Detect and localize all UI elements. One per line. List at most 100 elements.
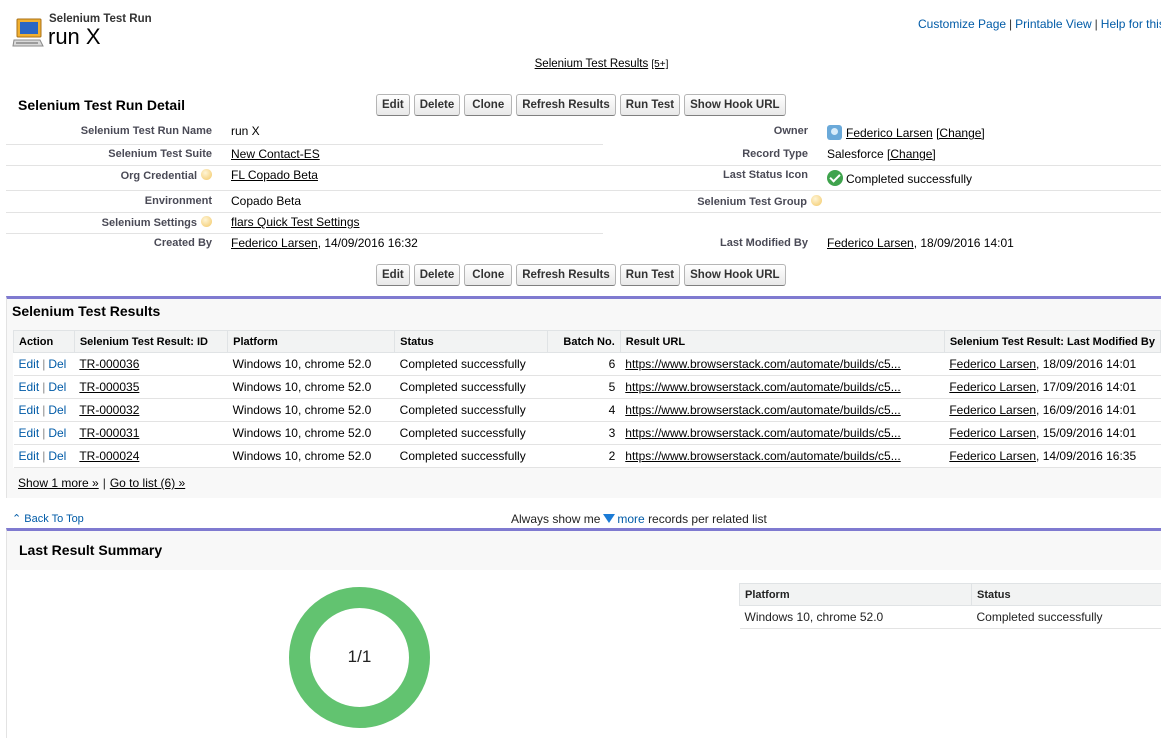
summary-table: Platform Status Windows 10, chrome 52.0 … (739, 583, 1161, 629)
show-more-link[interactable]: Show 1 more » (18, 476, 99, 490)
header-links: Customize Page|Printable View|Help for t… (918, 17, 1161, 31)
detail-section-title: Selenium Test Run Detail (18, 97, 185, 113)
column-header-status: Status (395, 331, 548, 353)
created-by-user-link[interactable]: Federico Larsen (231, 236, 318, 250)
result-id-link[interactable]: TR-000024 (79, 449, 139, 463)
delete-button[interactable]: Delete (414, 94, 461, 116)
last-modified-user-link[interactable]: Federico Larsen (827, 236, 914, 250)
platform-cell: Windows 10, chrome 52.0 (228, 376, 395, 399)
result-url-link[interactable]: https://www.browserstack.com/automate/bu… (625, 380, 900, 394)
field-label-last-modified-by: Last Modified By (600, 237, 808, 249)
edit-row-link[interactable]: Edit (19, 380, 40, 394)
result-id-link[interactable]: TR-000036 (79, 357, 139, 371)
help-bubble-icon[interactable] (201, 216, 212, 227)
customize-page-link[interactable]: Customize Page (918, 17, 1006, 31)
edit-button[interactable]: Edit (376, 264, 410, 286)
modified-by-link[interactable]: Federico Larsen (949, 426, 1036, 440)
table-row: Edit|DelTR-000031Windows 10, chrome 52.0… (14, 422, 1161, 445)
modified-cell: Federico Larsen, 15/09/2016 14:01 (944, 422, 1160, 445)
platform-cell: Windows 10, chrome 52.0 (228, 445, 395, 468)
refresh-results-button[interactable]: Refresh Results (516, 264, 616, 286)
result-url-link[interactable]: https://www.browserstack.com/automate/bu… (625, 426, 900, 440)
field-value-selenium-settings-link[interactable]: flars Quick Test Settings (231, 215, 360, 229)
result-url-link[interactable]: https://www.browserstack.com/automate/bu… (625, 403, 900, 417)
column-header-result-url: Result URL (620, 331, 944, 353)
modified-date: , 18/09/2016 14:01 (1036, 357, 1136, 371)
field-value-last-status: Completed successfully (827, 170, 972, 186)
result-id-link[interactable]: TR-000035 (79, 380, 139, 394)
url-cell: https://www.browserstack.com/automate/bu… (620, 422, 944, 445)
check-circle-icon (827, 170, 843, 186)
edit-row-link[interactable]: Edit (19, 449, 40, 463)
detail-button-bar-bottom: Edit Delete Clone Refresh Results Run Te… (376, 264, 786, 286)
platform-cell: Windows 10, chrome 52.0 (228, 422, 395, 445)
modified-by-link[interactable]: Federico Larsen (949, 357, 1036, 371)
owner-user-link[interactable]: Federico Larsen (846, 126, 933, 140)
url-cell: https://www.browserstack.com/automate/bu… (620, 353, 944, 376)
result-url-link[interactable]: https://www.browserstack.com/automate/bu… (625, 449, 900, 463)
show-hook-url-button[interactable]: Show Hook URL (684, 264, 785, 286)
status-cell: Completed successfully (395, 399, 548, 422)
clone-button[interactable]: Clone (464, 264, 512, 286)
delete-row-link[interactable]: Del (48, 403, 66, 417)
table-row: Edit|DelTR-000035Windows 10, chrome 52.0… (14, 376, 1161, 399)
modified-by-link[interactable]: Federico Larsen (949, 403, 1036, 417)
summary-title: Last Result Summary (19, 542, 162, 558)
modified-cell: Federico Larsen, 16/09/2016 14:01 (944, 399, 1160, 422)
field-value-last-modified-by: Federico Larsen, 18/09/2016 14:01 (827, 236, 1014, 250)
show-hook-url-button[interactable]: Show Hook URL (684, 94, 785, 116)
modified-cell: Federico Larsen, 14/09/2016 16:35 (944, 445, 1160, 468)
edit-row-link[interactable]: Edit (19, 357, 40, 371)
edit-button[interactable]: Edit (376, 94, 410, 116)
org-credential-label-text: Org Credential (121, 170, 197, 182)
modified-by-link[interactable]: Federico Larsen (949, 380, 1036, 394)
delete-button[interactable]: Delete (414, 264, 461, 286)
go-to-list-link[interactable]: Go to list (6) » (110, 476, 185, 490)
status-cell: Completed successfully (395, 353, 548, 376)
triangle-down-icon[interactable] (603, 514, 615, 523)
column-header-platform: Platform (228, 331, 395, 353)
record-type-change-link[interactable]: [Change] (887, 147, 936, 161)
refresh-results-button[interactable]: Refresh Results (516, 94, 616, 116)
owner-change-link[interactable]: [Change] (936, 126, 985, 140)
field-label-org-credential: Org Credential (0, 169, 212, 182)
result-id-link[interactable]: TR-000032 (79, 403, 139, 417)
field-value-org-credential-link[interactable]: FL Copado Beta (231, 168, 318, 182)
run-test-button[interactable]: Run Test (620, 94, 680, 116)
back-to-top-link[interactable]: ⌃ Back To Top (12, 512, 84, 525)
platform-cell: Windows 10, chrome 52.0 (228, 399, 395, 422)
field-label-created-by: Created By (0, 237, 212, 249)
edit-row-link[interactable]: Edit (19, 403, 40, 417)
status-cell: Completed successfully (395, 445, 548, 468)
printable-view-link[interactable]: Printable View (1015, 17, 1092, 31)
help-bubble-icon[interactable] (811, 195, 822, 206)
delete-row-link[interactable]: Del (48, 357, 66, 371)
id-cell: TR-000032 (74, 399, 227, 422)
id-cell: TR-000036 (74, 353, 227, 376)
batch-cell: 5 (548, 376, 620, 399)
modified-by-link[interactable]: Federico Larsen (949, 449, 1036, 463)
user-avatar-icon (827, 125, 842, 140)
delete-row-link[interactable]: Del (48, 426, 66, 440)
field-label-run-name: Selenium Test Run Name (0, 125, 212, 137)
help-link[interactable]: Help for this Pag (1101, 17, 1161, 31)
batch-cell: 2 (548, 445, 620, 468)
delete-row-link[interactable]: Del (48, 380, 66, 394)
help-bubble-icon[interactable] (201, 169, 212, 180)
result-id-link[interactable]: TR-000031 (79, 426, 139, 440)
more-records-link[interactable]: more (617, 512, 644, 526)
field-label-record-type: Record Type (600, 148, 808, 160)
detail-button-bar-top: Edit Delete Clone Refresh Results Run Te… (376, 94, 786, 116)
clone-button[interactable]: Clone (464, 94, 512, 116)
hover-link-count[interactable]: [5+] (651, 59, 668, 70)
result-url-link[interactable]: https://www.browserstack.com/automate/bu… (625, 357, 900, 371)
table-row: Edit|DelTR-000032Windows 10, chrome 52.0… (14, 399, 1161, 422)
field-label-owner: Owner (600, 125, 808, 137)
run-test-button[interactable]: Run Test (620, 264, 680, 286)
edit-row-link[interactable]: Edit (19, 426, 40, 440)
selenium-test-results-hover-link[interactable]: Selenium Test Results (535, 58, 649, 70)
last-modified-date: , 18/09/2016 14:01 (914, 236, 1014, 250)
field-value-test-suite-link[interactable]: New Contact-ES (231, 147, 320, 161)
delete-row-link[interactable]: Del (48, 449, 66, 463)
always-show-prefix: Always show me (511, 512, 600, 526)
